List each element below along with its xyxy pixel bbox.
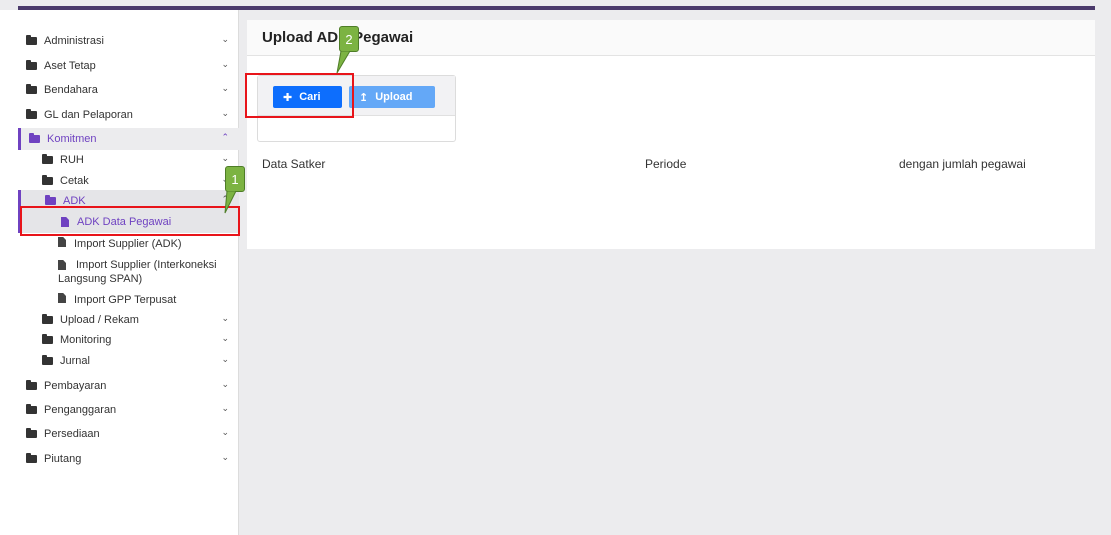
- upload-button[interactable]: ↥ Upload: [349, 86, 435, 108]
- chevron-down-icon: ⌄: [221, 354, 229, 364]
- chevron-down-icon: ⌄: [221, 333, 229, 343]
- callout-pointer-2: [336, 51, 351, 74]
- folder-icon: [29, 133, 40, 143]
- info-satker: Data Satker: [262, 157, 326, 171]
- chevron-down-icon: ⌄: [221, 403, 229, 413]
- sidebar-item-label: Administrasi: [44, 35, 104, 47]
- sidebar-item-aset-tetap[interactable]: Aset Tetap ⌄: [18, 55, 239, 77]
- chevron-down-icon: ⌄: [221, 83, 229, 93]
- sidebar-item-label: Upload / Rekam: [60, 314, 139, 326]
- folder-icon: [42, 175, 53, 185]
- info-periode: Periode: [645, 157, 687, 171]
- chevron-down-icon: ⌄: [221, 427, 229, 437]
- sidebar-item-label: Pembayaran: [44, 380, 107, 392]
- panel-header: Upload ADK Pegawai: [247, 20, 1095, 56]
- sidebar-file-label: Import Supplier (ADK): [74, 238, 182, 250]
- sidebar-file-import-supplier-span[interactable]: Import Supplier (Interkoneksi Langsung S…: [40, 258, 225, 286]
- chevron-down-icon: ⌄: [221, 379, 229, 389]
- upload-label: Upload: [375, 91, 413, 103]
- folder-icon: [26, 109, 37, 119]
- main-panel: Upload ADK Pegawai ✚ Cari ↥ Upload Data Sa…: [247, 20, 1095, 249]
- sidebar-item-label: Cetak: [60, 175, 89, 187]
- chevron-down-icon: ⌄: [221, 153, 229, 163]
- sidebar-item-pembayaran[interactable]: Pembayaran ⌄: [18, 375, 239, 397]
- folder-icon: [26, 428, 37, 438]
- chevron-down-icon: ⌄: [221, 313, 229, 323]
- page-title: Upload ADK Pegawai: [262, 29, 414, 46]
- sidebar-item-label: Jurnal: [60, 355, 90, 367]
- sidebar-item-label: Komitmen: [47, 133, 97, 145]
- sidebar-item-bendahara[interactable]: Bendahara ⌄: [18, 79, 239, 101]
- folder-icon: [26, 380, 37, 390]
- folder-icon: [26, 453, 37, 463]
- folder-icon: [26, 60, 37, 70]
- sidebar-item-administrasi[interactable]: Administrasi ⌄: [18, 30, 239, 52]
- chevron-down-icon: ⌄: [221, 34, 229, 44]
- sidebar-item-label: Piutang: [44, 453, 82, 465]
- folder-icon: [26, 35, 37, 45]
- highlight-box-cari: [245, 73, 354, 118]
- sidebar-item-label: Penganggaran: [44, 404, 117, 416]
- sidebar-item-komitmen[interactable]: Komitmen ⌃: [18, 128, 239, 150]
- sidebar-item-label: Persediaan: [44, 428, 100, 440]
- folder-icon: [26, 84, 37, 94]
- highlight-box-sidebar: [20, 206, 240, 236]
- sidebar-item-label: GL dan Pelaporan: [44, 109, 133, 121]
- sidebar-item-persediaan[interactable]: Persediaan ⌄: [18, 423, 239, 445]
- folder-icon: [42, 355, 53, 365]
- sidebar-item-ruh[interactable]: RUH ⌄: [18, 149, 239, 171]
- sidebar-item-monitoring[interactable]: Monitoring ⌄: [18, 329, 239, 351]
- sidebar-file-label: Import GPP Terpusat: [74, 294, 177, 306]
- sidebar-file-import-gpp-terpusat[interactable]: Import GPP Terpusat: [58, 293, 176, 306]
- sidebar-item-jurnal[interactable]: Jurnal ⌄: [18, 350, 239, 372]
- sidebar-item-penganggaran[interactable]: Penganggaran ⌄: [18, 399, 239, 421]
- sidebar-item-cetak[interactable]: Cetak⌄: [18, 170, 239, 192]
- chevron-down-icon: ⌄: [221, 108, 229, 118]
- folder-icon: [42, 154, 53, 164]
- step-callout-1: 1: [225, 166, 245, 192]
- sidebar-file-import-supplier-adk[interactable]: Import Supplier (ADK): [58, 237, 182, 250]
- file-icon: [58, 237, 66, 247]
- sidebar-item-label: Monitoring: [60, 334, 112, 346]
- file-icon: [58, 293, 66, 303]
- folder-icon: [26, 404, 37, 414]
- upload-icon: ↥: [359, 91, 369, 104]
- chevron-down-icon: ⌄: [221, 59, 229, 69]
- sidebar: Administrasi ⌄ Aset Tetap ⌄ Bendahara ⌄ GL …: [0, 10, 239, 535]
- info-jumlah-pegawai: dengan jumlah pegawai: [899, 157, 1026, 171]
- sidebar-item-label: Bendahara: [44, 84, 98, 96]
- sidebar-item-gl-dan-pelaporan[interactable]: GL dan Pelaporan ⌄: [18, 104, 239, 126]
- folder-icon: [45, 195, 56, 205]
- sidebar-item-upload-rekam[interactable]: Upload / Rekam ⌄: [18, 309, 239, 331]
- step-callout-2: 2: [339, 26, 359, 52]
- folder-icon: [42, 334, 53, 344]
- sidebar-item-label: Aset Tetap: [44, 60, 96, 72]
- chevron-up-icon: ⌃: [221, 132, 229, 142]
- sidebar-item-piutang[interactable]: Piutang ⌄: [18, 448, 239, 470]
- chevron-down-icon: ⌄: [221, 452, 229, 462]
- callout-pointer-1: [224, 191, 237, 214]
- folder-icon: [42, 314, 53, 324]
- sidebar-item-label: RUH: [60, 154, 84, 166]
- sidebar-file-label: Import Supplier (Interkoneksi Langsung S…: [58, 259, 217, 285]
